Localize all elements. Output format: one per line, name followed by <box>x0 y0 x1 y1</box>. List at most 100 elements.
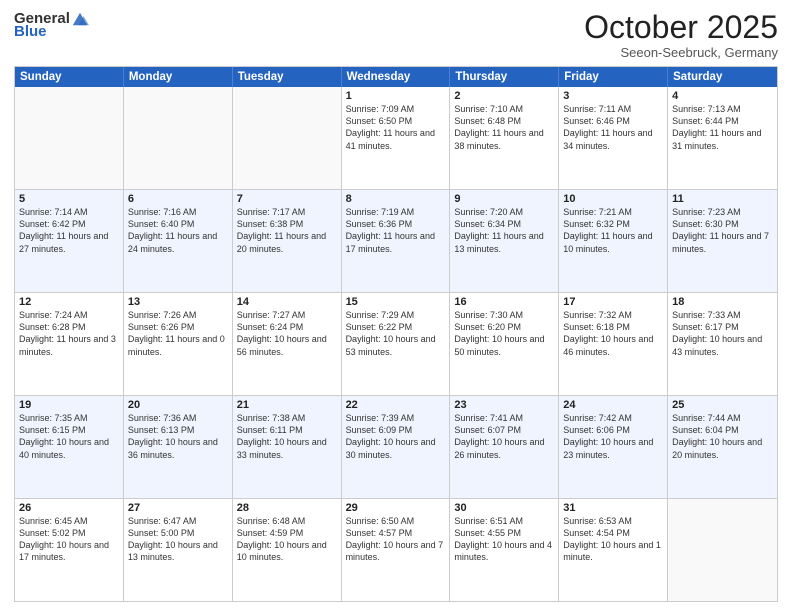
cal-cell: 4Sunrise: 7:13 AM Sunset: 6:44 PM Daylig… <box>668 87 777 189</box>
month-title: October 2025 <box>584 10 778 45</box>
day-number: 27 <box>128 502 228 514</box>
cal-cell: 13Sunrise: 7:26 AM Sunset: 6:26 PM Dayli… <box>124 293 233 395</box>
logo: General Blue <box>14 10 89 41</box>
cell-detail: Sunrise: 7:26 AM Sunset: 6:26 PM Dayligh… <box>128 309 228 358</box>
cal-cell: 21Sunrise: 7:38 AM Sunset: 6:11 PM Dayli… <box>233 396 342 498</box>
cal-cell: 17Sunrise: 7:32 AM Sunset: 6:18 PM Dayli… <box>559 293 668 395</box>
cal-cell: 15Sunrise: 7:29 AM Sunset: 6:22 PM Dayli… <box>342 293 451 395</box>
header-right: October 2025 Seeon-Seebruck, Germany <box>584 10 778 60</box>
calendar: SundayMondayTuesdayWednesdayThursdayFrid… <box>14 66 778 602</box>
cal-cell: 31Sunrise: 6:53 AM Sunset: 4:54 PM Dayli… <box>559 499 668 601</box>
day-number: 22 <box>346 399 446 411</box>
cal-header-tuesday: Tuesday <box>233 67 342 87</box>
day-number: 31 <box>563 502 663 514</box>
calendar-body: 1Sunrise: 7:09 AM Sunset: 6:50 PM Daylig… <box>15 87 777 601</box>
cal-cell: 20Sunrise: 7:36 AM Sunset: 6:13 PM Dayli… <box>124 396 233 498</box>
cell-detail: Sunrise: 7:13 AM Sunset: 6:44 PM Dayligh… <box>672 103 773 152</box>
day-number: 5 <box>19 193 119 205</box>
cal-cell: 27Sunrise: 6:47 AM Sunset: 5:00 PM Dayli… <box>124 499 233 601</box>
cal-cell: 30Sunrise: 6:51 AM Sunset: 4:55 PM Dayli… <box>450 499 559 601</box>
cell-detail: Sunrise: 7:29 AM Sunset: 6:22 PM Dayligh… <box>346 309 446 358</box>
day-number: 1 <box>346 90 446 102</box>
day-number: 12 <box>19 296 119 308</box>
cell-detail: Sunrise: 6:51 AM Sunset: 4:55 PM Dayligh… <box>454 515 554 564</box>
cal-cell: 6Sunrise: 7:16 AM Sunset: 6:40 PM Daylig… <box>124 190 233 292</box>
day-number: 15 <box>346 296 446 308</box>
cal-header-wednesday: Wednesday <box>342 67 451 87</box>
cal-cell <box>668 499 777 601</box>
cell-detail: Sunrise: 7:09 AM Sunset: 6:50 PM Dayligh… <box>346 103 446 152</box>
cell-detail: Sunrise: 6:50 AM Sunset: 4:57 PM Dayligh… <box>346 515 446 564</box>
day-number: 21 <box>237 399 337 411</box>
cal-week-3: 12Sunrise: 7:24 AM Sunset: 6:28 PM Dayli… <box>15 292 777 395</box>
cal-cell: 18Sunrise: 7:33 AM Sunset: 6:17 PM Dayli… <box>668 293 777 395</box>
cal-cell: 16Sunrise: 7:30 AM Sunset: 6:20 PM Dayli… <box>450 293 559 395</box>
cal-cell: 11Sunrise: 7:23 AM Sunset: 6:30 PM Dayli… <box>668 190 777 292</box>
day-number: 23 <box>454 399 554 411</box>
page: General Blue October 2025 Seeon-Seebruck… <box>0 0 792 612</box>
day-number: 30 <box>454 502 554 514</box>
cal-cell <box>15 87 124 189</box>
cal-cell: 24Sunrise: 7:42 AM Sunset: 6:06 PM Dayli… <box>559 396 668 498</box>
day-number: 14 <box>237 296 337 308</box>
day-number: 20 <box>128 399 228 411</box>
cell-detail: Sunrise: 7:17 AM Sunset: 6:38 PM Dayligh… <box>237 206 337 255</box>
day-number: 9 <box>454 193 554 205</box>
calendar-header-row: SundayMondayTuesdayWednesdayThursdayFrid… <box>15 67 777 87</box>
cal-cell: 29Sunrise: 6:50 AM Sunset: 4:57 PM Dayli… <box>342 499 451 601</box>
cal-cell: 10Sunrise: 7:21 AM Sunset: 6:32 PM Dayli… <box>559 190 668 292</box>
cal-cell: 3Sunrise: 7:11 AM Sunset: 6:46 PM Daylig… <box>559 87 668 189</box>
cell-detail: Sunrise: 7:11 AM Sunset: 6:46 PM Dayligh… <box>563 103 663 152</box>
cal-cell <box>233 87 342 189</box>
cell-detail: Sunrise: 7:35 AM Sunset: 6:15 PM Dayligh… <box>19 412 119 461</box>
cell-detail: Sunrise: 7:14 AM Sunset: 6:42 PM Dayligh… <box>19 206 119 255</box>
day-number: 2 <box>454 90 554 102</box>
header: General Blue October 2025 Seeon-Seebruck… <box>14 10 778 60</box>
location: Seeon-Seebruck, Germany <box>584 45 778 60</box>
cal-cell: 1Sunrise: 7:09 AM Sunset: 6:50 PM Daylig… <box>342 87 451 189</box>
cell-detail: Sunrise: 7:30 AM Sunset: 6:20 PM Dayligh… <box>454 309 554 358</box>
cal-cell: 25Sunrise: 7:44 AM Sunset: 6:04 PM Dayli… <box>668 396 777 498</box>
day-number: 8 <box>346 193 446 205</box>
cell-detail: Sunrise: 6:47 AM Sunset: 5:00 PM Dayligh… <box>128 515 228 564</box>
cal-header-thursday: Thursday <box>450 67 559 87</box>
day-number: 25 <box>672 399 773 411</box>
cal-header-sunday: Sunday <box>15 67 124 87</box>
cal-week-4: 19Sunrise: 7:35 AM Sunset: 6:15 PM Dayli… <box>15 395 777 498</box>
cal-cell <box>124 87 233 189</box>
cal-cell: 7Sunrise: 7:17 AM Sunset: 6:38 PM Daylig… <box>233 190 342 292</box>
day-number: 11 <box>672 193 773 205</box>
day-number: 18 <box>672 296 773 308</box>
day-number: 16 <box>454 296 554 308</box>
cell-detail: Sunrise: 7:33 AM Sunset: 6:17 PM Dayligh… <box>672 309 773 358</box>
cal-cell: 28Sunrise: 6:48 AM Sunset: 4:59 PM Dayli… <box>233 499 342 601</box>
day-number: 6 <box>128 193 228 205</box>
day-number: 24 <box>563 399 663 411</box>
cell-detail: Sunrise: 6:45 AM Sunset: 5:02 PM Dayligh… <box>19 515 119 564</box>
cal-cell: 23Sunrise: 7:41 AM Sunset: 6:07 PM Dayli… <box>450 396 559 498</box>
cell-detail: Sunrise: 7:19 AM Sunset: 6:36 PM Dayligh… <box>346 206 446 255</box>
day-number: 17 <box>563 296 663 308</box>
cell-detail: Sunrise: 6:48 AM Sunset: 4:59 PM Dayligh… <box>237 515 337 564</box>
cal-cell: 9Sunrise: 7:20 AM Sunset: 6:34 PM Daylig… <box>450 190 559 292</box>
cal-week-1: 1Sunrise: 7:09 AM Sunset: 6:50 PM Daylig… <box>15 87 777 189</box>
cell-detail: Sunrise: 7:27 AM Sunset: 6:24 PM Dayligh… <box>237 309 337 358</box>
cell-detail: Sunrise: 7:10 AM Sunset: 6:48 PM Dayligh… <box>454 103 554 152</box>
cell-detail: Sunrise: 7:44 AM Sunset: 6:04 PM Dayligh… <box>672 412 773 461</box>
cal-cell: 22Sunrise: 7:39 AM Sunset: 6:09 PM Dayli… <box>342 396 451 498</box>
cal-header-saturday: Saturday <box>668 67 777 87</box>
cell-detail: Sunrise: 7:20 AM Sunset: 6:34 PM Dayligh… <box>454 206 554 255</box>
day-number: 28 <box>237 502 337 514</box>
cell-detail: Sunrise: 7:41 AM Sunset: 6:07 PM Dayligh… <box>454 412 554 461</box>
logo-blue-text: Blue <box>14 24 47 41</box>
cal-week-2: 5Sunrise: 7:14 AM Sunset: 6:42 PM Daylig… <box>15 189 777 292</box>
cal-cell: 8Sunrise: 7:19 AM Sunset: 6:36 PM Daylig… <box>342 190 451 292</box>
cell-detail: Sunrise: 7:16 AM Sunset: 6:40 PM Dayligh… <box>128 206 228 255</box>
day-number: 3 <box>563 90 663 102</box>
cal-cell: 14Sunrise: 7:27 AM Sunset: 6:24 PM Dayli… <box>233 293 342 395</box>
cal-week-5: 26Sunrise: 6:45 AM Sunset: 5:02 PM Dayli… <box>15 498 777 601</box>
day-number: 4 <box>672 90 773 102</box>
day-number: 10 <box>563 193 663 205</box>
cell-detail: Sunrise: 7:21 AM Sunset: 6:32 PM Dayligh… <box>563 206 663 255</box>
cal-cell: 2Sunrise: 7:10 AM Sunset: 6:48 PM Daylig… <box>450 87 559 189</box>
